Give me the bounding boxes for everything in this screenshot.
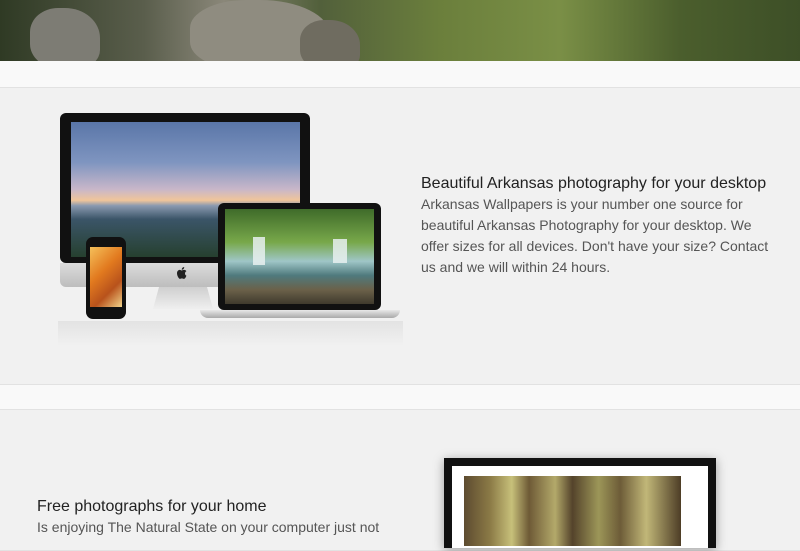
desktop-section-text: Beautiful Arkansas photography for your …: [421, 173, 771, 278]
section-heading: Free photographs for your home: [37, 498, 267, 515]
waterfall-shape: [253, 237, 265, 265]
rock-shape: [30, 8, 100, 61]
section-heading: Beautiful Arkansas photography for your …: [421, 175, 767, 192]
apple-logo-icon: [177, 267, 187, 279]
waterfall-shape: [333, 239, 347, 263]
laptop-display: [218, 203, 381, 310]
laptop-base: [200, 310, 400, 318]
devices-reflection: [58, 321, 403, 346]
rock-shape: [300, 20, 360, 61]
devices-mockup-image: [58, 111, 403, 346]
imac-stand: [153, 287, 213, 309]
section-body-text: Arkansas Wallpapers is your number one s…: [421, 196, 769, 275]
forest-photo: [464, 476, 681, 546]
phone-screen-abstract: [90, 247, 122, 307]
laptop-screen-waterfall: [225, 209, 374, 304]
framed-photo-image: [444, 458, 716, 548]
hero-banner-image: [0, 0, 800, 61]
section-body-text: Is enjoying The Natural State on your co…: [37, 519, 380, 535]
home-section-text: Free photographs for your home Is enjoyi…: [37, 496, 397, 538]
phone-device: [86, 237, 126, 319]
